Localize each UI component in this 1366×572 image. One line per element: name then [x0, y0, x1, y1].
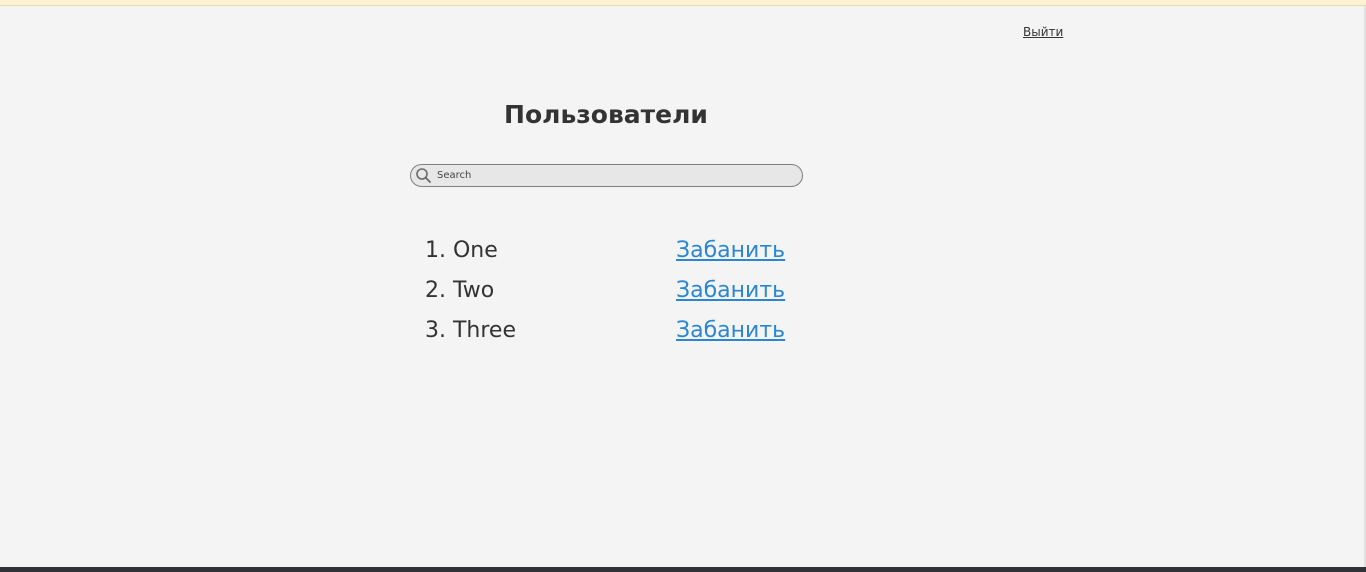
- user-name: 2. Two: [425, 278, 495, 303]
- ban-user-link[interactable]: Забанить: [676, 278, 785, 303]
- search-input[interactable]: [437, 166, 792, 184]
- page-title: Пользователи: [504, 100, 708, 129]
- list-item: 2. Two Забанить: [425, 276, 805, 316]
- ban-user-link[interactable]: Забанить: [676, 318, 785, 343]
- list-item: 3. Three Забанить: [425, 316, 805, 356]
- user-name: 1. One: [425, 238, 498, 263]
- list-item: 1. One Забанить: [425, 236, 805, 276]
- user-name: 3. Three: [425, 318, 516, 343]
- user-list: 1. One Забанить 2. Two Забанить 3. Three…: [425, 236, 805, 356]
- ban-user-link[interactable]: Забанить: [676, 238, 785, 263]
- logout-link[interactable]: Выйти: [1023, 25, 1063, 39]
- bottom-bar: [0, 567, 1366, 572]
- search-icon: [415, 167, 432, 184]
- browser-top-strip: [0, 0, 1366, 6]
- search-box[interactable]: [410, 164, 803, 187]
